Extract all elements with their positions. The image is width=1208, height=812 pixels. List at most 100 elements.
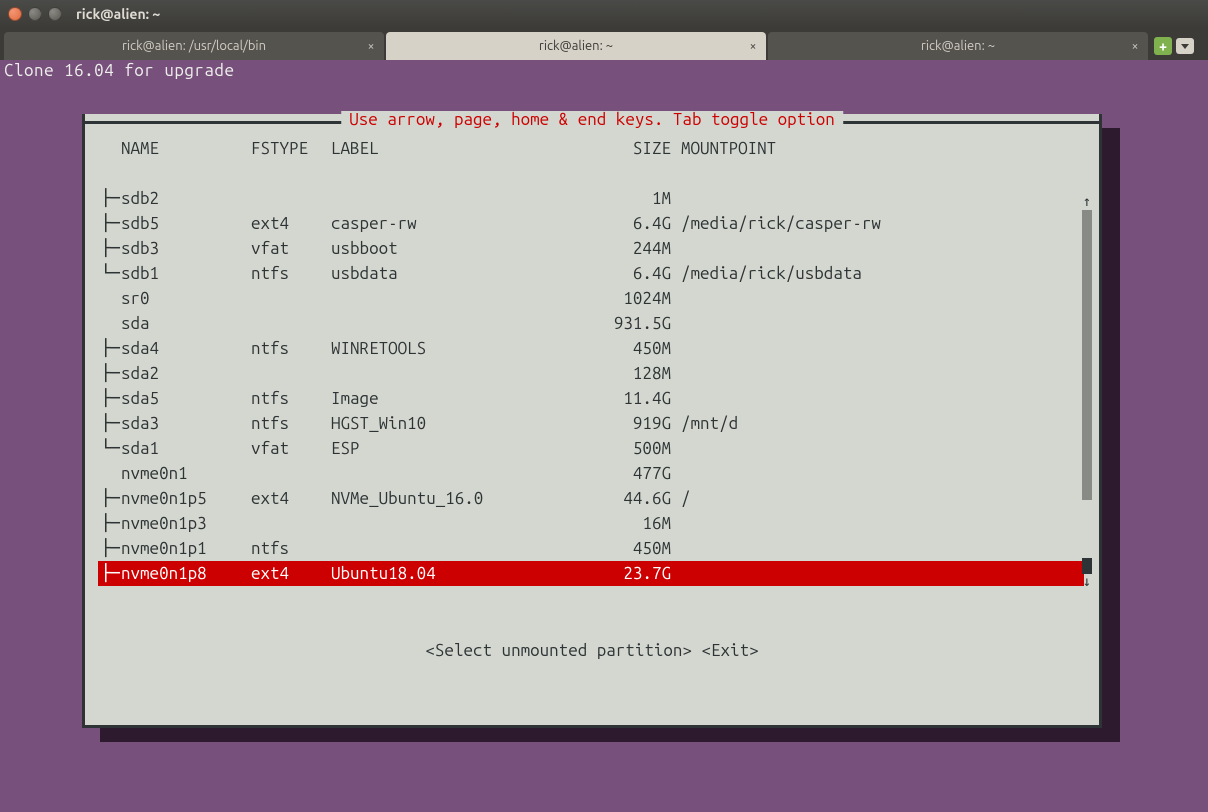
tree-branch-icon: ├─ (101, 240, 121, 257)
new-tab-icon[interactable]: + (1154, 37, 1172, 55)
scroll-down-icon[interactable]: ↓ (1081, 574, 1093, 588)
header-label: LABEL (331, 140, 581, 157)
partition-size: 450M (581, 340, 671, 357)
close-icon[interactable]: × (364, 39, 378, 53)
partition-row[interactable]: ├─sda5ntfsImage11.4G (101, 386, 1083, 411)
tab-bar: rick@alien: /usr/local/bin × rick@alien:… (0, 28, 1208, 60)
partition-label: Ubuntu18.04 (331, 565, 581, 582)
tab-menu-icon[interactable] (1176, 38, 1194, 54)
partition-size: 11.4G (581, 390, 671, 407)
partition-name: sda2 (121, 365, 251, 382)
header-mount: MOUNTPOINT (671, 140, 1083, 157)
partition-name: nvme0n1p8 (121, 565, 251, 582)
scroll-thumb[interactable] (1082, 210, 1092, 500)
dialog-title: Use arrow, page, home & end keys. Tab to… (341, 111, 843, 128)
window-title: rick@alien: ~ (76, 6, 160, 22)
header-name: NAME (121, 140, 251, 157)
dialog-title-row: Use arrow, page, home & end keys. Tab to… (85, 114, 1099, 132)
partition-mountpoint: /mnt/d (671, 415, 1083, 432)
header-fstype: FSTYPE (251, 140, 331, 157)
partition-row[interactable]: sda 931.5G (101, 311, 1083, 336)
partition-row[interactable]: ├─sdb21M (101, 186, 1083, 211)
header-size: SIZE (581, 140, 671, 157)
maximize-icon[interactable] (48, 7, 62, 21)
partition-size: 450M (581, 540, 671, 557)
column-headers: NAME FSTYPE LABEL SIZE MOUNTPOINT (101, 136, 1083, 161)
close-icon[interactable]: × (746, 39, 760, 53)
partition-name: sda4 (121, 340, 251, 357)
tab-label: rick@alien: /usr/local/bin (122, 39, 266, 53)
partition-row[interactable]: ├─nvme0n1p1ntfs450M (101, 536, 1083, 561)
scroll-end-marker (1082, 558, 1092, 574)
terminal-area[interactable]: Clone 16.04 for upgrade Use arrow, page,… (0, 60, 1208, 812)
partition-row[interactable]: ├─nvme0n1p3 16M (101, 511, 1083, 536)
tree-branch-icon: ├─ (101, 190, 121, 207)
tree-branch-icon: ├─ (101, 540, 121, 557)
partition-row[interactable]: nvme0n1477G (101, 461, 1083, 486)
tree-branch-icon: ├─ (101, 515, 121, 532)
partition-label: ESP (331, 440, 581, 457)
dialog-actions: <Select unmounted partition> <Exit> (101, 642, 1083, 659)
close-icon[interactable]: × (1128, 39, 1142, 53)
partition-mountpoint: /media/rick/casper-rw (671, 215, 1083, 232)
partition-fstype: vfat (251, 240, 331, 257)
partition-name: sda (121, 315, 251, 332)
partition-row[interactable]: ├─sda3ntfsHGST_Win10919G/mnt/d (101, 411, 1083, 436)
partition-row[interactable]: ├─nvme0n1p5ext4NVMe_Ubuntu_16.044.6G/ (101, 486, 1083, 511)
partition-row[interactable]: sr01024M (101, 286, 1083, 311)
partition-fstype: ext4 (251, 565, 331, 582)
partition-name: sda1 (121, 440, 251, 457)
tree-branch-icon: ├─ (101, 365, 121, 382)
window-controls (8, 7, 62, 21)
partition-size: 1024M (581, 290, 671, 307)
partition-row[interactable]: ├─sda4ntfsWINRETOOLS450M (101, 336, 1083, 361)
partition-name: nvme0n1p3 (121, 515, 251, 532)
minimize-icon[interactable] (28, 7, 42, 21)
tree-branch-icon: ├─ (101, 565, 121, 582)
partition-row[interactable]: └─sda1vfatESP500M (101, 436, 1083, 461)
tree-branch-icon: ├─ (101, 415, 121, 432)
tab-2[interactable]: rick@alien: ~ × (768, 32, 1148, 60)
partition-label: casper-rw (331, 215, 581, 232)
dialog-content: NAME FSTYPE LABEL SIZE MOUNTPOINT ├─sdb2… (85, 132, 1099, 659)
scrollbar[interactable]: ↑ ↓ (1081, 194, 1093, 594)
tab-1[interactable]: rick@alien: ~ × (386, 32, 766, 60)
close-icon[interactable] (8, 7, 22, 21)
partition-name: sdb5 (121, 215, 251, 232)
partition-size: 44.6G (581, 490, 671, 507)
partition-size: 6.4G (581, 215, 671, 232)
exit-button[interactable]: <Exit> (701, 641, 758, 660)
titlebar: rick@alien: ~ (0, 0, 1208, 28)
tab-label: rick@alien: ~ (921, 39, 995, 53)
select-partition-button[interactable]: <Select unmounted partition> (425, 641, 692, 660)
tree-branch-icon: ├─ (101, 340, 121, 357)
partition-fstype: vfat (251, 440, 331, 457)
partition-label: NVMe_Ubuntu_16.0 (331, 490, 581, 507)
partition-size: 16M (581, 515, 671, 532)
partition-row[interactable]: ├─sda2128M (101, 361, 1083, 386)
partition-label: HGST_Win10 (331, 415, 581, 432)
partition-name: sdb3 (121, 240, 251, 257)
partition-row[interactable]: ├─nvme0n1p8ext4Ubuntu18.0423.7G (98, 561, 1084, 586)
partition-size: 931.5G (581, 315, 671, 332)
partition-row[interactable]: ├─sdb5ext4casper-rw6.4G/media/rick/caspe… (101, 211, 1083, 236)
partition-fstype: ext4 (251, 490, 331, 507)
partition-mountpoint: / (671, 490, 1083, 507)
partition-label: usbboot (331, 240, 581, 257)
partition-label: Image (331, 390, 581, 407)
partition-size: 6.4G (581, 265, 671, 282)
partition-size: 919G (581, 415, 671, 432)
partition-name: sda3 (121, 415, 251, 432)
partition-dialog[interactable]: Use arrow, page, home & end keys. Tab to… (82, 114, 1102, 728)
tree-branch-icon: └─ (101, 440, 121, 457)
tab-controls: + (1150, 32, 1198, 60)
tree-branch-icon: ├─ (101, 390, 121, 407)
partition-row[interactable]: ├─sdb3vfatusbboot244M (101, 236, 1083, 261)
tab-0[interactable]: rick@alien: /usr/local/bin × (4, 32, 384, 60)
partition-fstype: ext4 (251, 215, 331, 232)
partition-label: usbdata (331, 265, 581, 282)
partition-name: nvme0n1p5 (121, 490, 251, 507)
partition-name: nvme0n1 (121, 465, 251, 482)
partition-row[interactable]: └─sdb1ntfsusbdata6.4G/media/rick/usbdata (101, 261, 1083, 286)
scroll-up-icon[interactable]: ↑ (1081, 194, 1093, 208)
